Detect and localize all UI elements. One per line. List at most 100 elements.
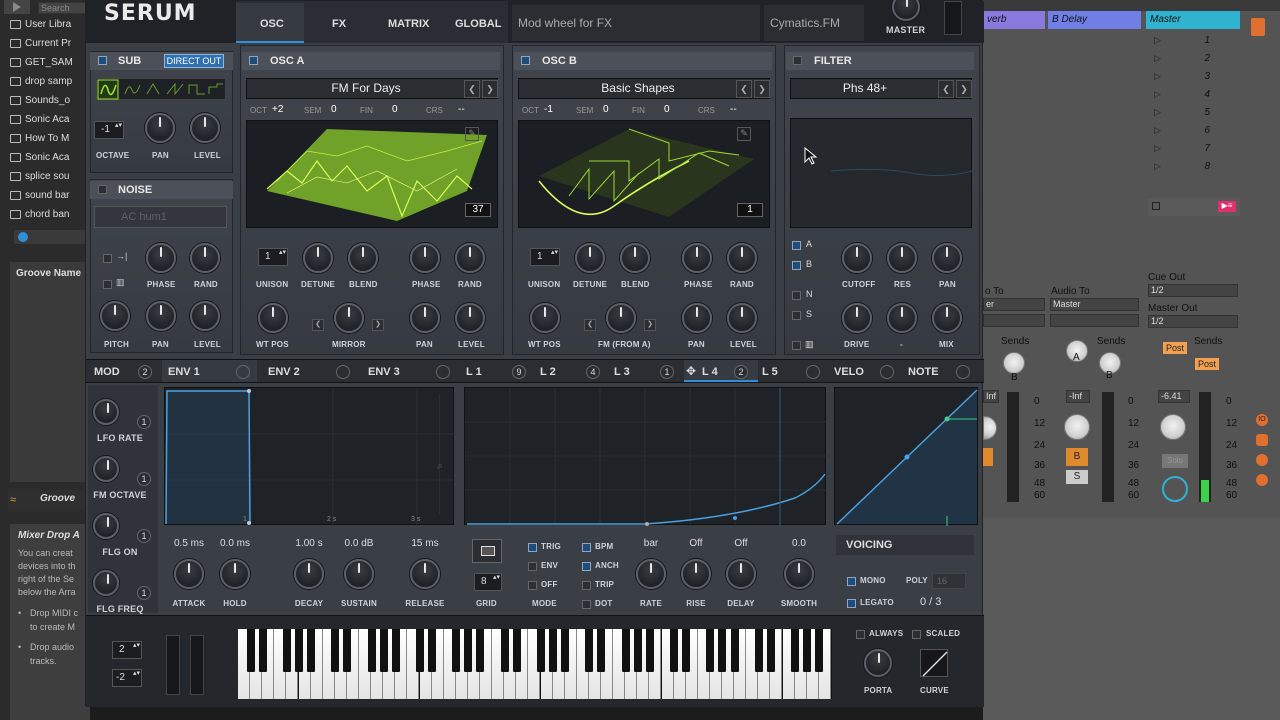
- tab-osc[interactable]: OSC: [260, 13, 284, 35]
- vol-master[interactable]: -6.41: [1158, 390, 1190, 403]
- black-key[interactable]: [452, 629, 461, 672]
- noise-preset-selector[interactable]: AC hum1: [94, 206, 227, 228]
- mod-source-knob[interactable]: [93, 399, 119, 425]
- env-zoom-scroll[interactable]: [439, 394, 451, 514]
- black-key[interactable]: [621, 629, 630, 672]
- env-graph[interactable]: 1 2 s 3 s ⌕: [164, 387, 455, 526]
- pitch-bend-up-spinner[interactable]: 2: [112, 641, 142, 659]
- browser-item[interactable]: How To M: [10, 129, 86, 147]
- tab-env1[interactable]: ENV 1: [168, 361, 200, 383]
- lfo-value[interactable]: 0.0: [774, 538, 824, 549]
- black-key[interactable]: [730, 629, 739, 672]
- black-key[interactable]: [343, 629, 352, 672]
- search-input[interactable]: Search: [38, 2, 88, 14]
- osc-a-prev-wavetable[interactable]: ❮: [464, 80, 480, 98]
- filter-route-n-checkbox[interactable]: [792, 291, 801, 300]
- black-key[interactable]: [282, 629, 291, 672]
- lfo-knob[interactable]: [681, 559, 711, 589]
- track-header-master[interactable]: Master: [1146, 11, 1240, 29]
- black-key[interactable]: [391, 629, 400, 672]
- black-key[interactable]: [379, 629, 388, 672]
- cue-volume-knob[interactable]: [1162, 476, 1188, 502]
- master-scene-slot[interactable]: ▷ 1: [1148, 32, 1240, 49]
- filter-response-display[interactable]: [790, 118, 974, 228]
- osc-b-enable-checkbox[interactable]: [521, 56, 530, 65]
- noise-pan-knob[interactable]: [146, 301, 176, 331]
- noise-phase-knob[interactable]: [146, 243, 176, 273]
- env-knob[interactable]: [220, 559, 250, 589]
- black-key[interactable]: [258, 629, 267, 672]
- osc-a-detune-knob[interactable]: [303, 243, 333, 273]
- sends-icon[interactable]: [1256, 434, 1268, 446]
- env2-drag-icon[interactable]: [336, 365, 350, 379]
- tab-matrix[interactable]: MATRIX: [388, 13, 429, 35]
- audio-to-b-select[interactable]: Master: [1050, 298, 1139, 311]
- browser-item[interactable]: Sonic Aca: [10, 148, 86, 166]
- curve-display[interactable]: [920, 649, 948, 677]
- black-key[interactable]: [682, 629, 691, 672]
- black-key[interactable]: [597, 629, 606, 672]
- lfo-knob[interactable]: [636, 559, 666, 589]
- black-key[interactable]: [645, 629, 654, 672]
- black-key[interactable]: [766, 629, 775, 672]
- track-header-a-reverb[interactable]: verb: [983, 11, 1045, 29]
- osc-b-warp-prev[interactable]: ❮: [584, 319, 596, 331]
- send-b-knob-a[interactable]: [1003, 352, 1025, 374]
- black-key[interactable]: [331, 629, 340, 672]
- sub-octave-spinner[interactable]: -1: [94, 121, 124, 139]
- filter-next-type[interactable]: ❯: [956, 80, 972, 98]
- tab-fx[interactable]: FX: [332, 13, 346, 35]
- black-key[interactable]: [718, 629, 727, 672]
- browser-item[interactable]: Current Pr: [10, 34, 86, 52]
- pitch-bend-down-spinner[interactable]: -2: [112, 669, 142, 687]
- info-icon[interactable]: [18, 232, 28, 242]
- tab-env2[interactable]: ENV 2: [268, 361, 300, 383]
- lfo-dot-checkbox[interactable]: [582, 600, 591, 609]
- env-knob[interactable]: [294, 559, 324, 589]
- env-value[interactable]: 0.0 dB: [334, 538, 384, 549]
- tab-note[interactable]: NOTE: [908, 361, 939, 383]
- mod-source-knob[interactable]: [93, 570, 119, 596]
- lfo-graph[interactable]: [464, 387, 827, 526]
- sub-pan-knob[interactable]: [145, 113, 175, 143]
- black-key[interactable]: [536, 629, 545, 672]
- noise-keytrack-toggle[interactable]: [103, 280, 112, 289]
- sub-waveform-selector[interactable]: [96, 78, 226, 100]
- osc-a-edit-icon[interactable]: ✎: [465, 127, 479, 141]
- osc-a-oct-value[interactable]: +2: [272, 104, 283, 115]
- filter-route-b-checkbox[interactable]: [792, 261, 801, 270]
- osc-a-warp-prev[interactable]: ❮: [312, 319, 324, 331]
- osc-b-wavetable-display[interactable]: ✎ 1: [518, 120, 770, 228]
- black-key[interactable]: [585, 629, 594, 672]
- osc-b-wavetable-name[interactable]: Basic Shapes: [540, 81, 736, 95]
- filter-type-name[interactable]: Phs 48+: [790, 81, 940, 95]
- black-key[interactable]: [428, 629, 436, 672]
- scene-launch-icon[interactable]: ▷: [1154, 53, 1161, 64]
- osc-b-next-wavetable[interactable]: ❯: [754, 80, 770, 98]
- black-key[interactable]: [500, 629, 509, 672]
- osc-a-wavetable-display[interactable]: ✎ 37: [246, 120, 498, 228]
- env-knob[interactable]: [410, 559, 440, 589]
- osc-a-wavetable-name[interactable]: FM For Days: [268, 81, 464, 95]
- crossfader-icon[interactable]: [1256, 474, 1268, 486]
- mod-wheel[interactable]: [190, 635, 204, 695]
- track-a-activator[interactable]: [983, 448, 993, 466]
- cue-out-select[interactable]: 1/2: [1148, 284, 1238, 297]
- lfo-knob[interactable]: [726, 559, 756, 589]
- lfo-preset-folder-button[interactable]: [472, 539, 502, 563]
- master-scene-slot[interactable]: ▷ 2: [1148, 50, 1240, 67]
- osc-a-frame-value[interactable]: 37: [465, 203, 491, 217]
- osc-a-rand-knob[interactable]: [455, 243, 485, 273]
- velo-drag-icon[interactable]: [880, 365, 894, 379]
- black-key[interactable]: [307, 629, 315, 672]
- post-button-1[interactable]: Post: [1163, 342, 1188, 354]
- sub-level-knob[interactable]: [190, 113, 220, 143]
- env-knob[interactable]: [344, 559, 374, 589]
- drag-move-icon[interactable]: ✥: [686, 364, 696, 378]
- filter-var-knob[interactable]: [887, 303, 917, 333]
- browser-item[interactable]: Sonic Aca: [10, 110, 86, 128]
- scaled-checkbox[interactable]: [912, 630, 921, 639]
- osc-b-sem-value[interactable]: 0: [603, 104, 609, 115]
- master-scene-slot[interactable]: ▷ 4: [1148, 86, 1240, 103]
- master-scene-slot[interactable]: ▷ 8: [1148, 158, 1240, 175]
